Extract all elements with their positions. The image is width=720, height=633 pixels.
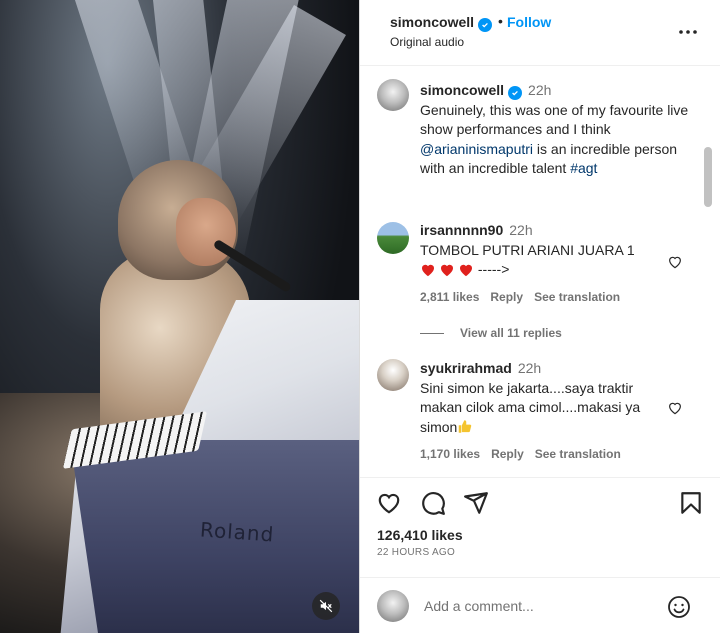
piano-brand-text: Roland — [199, 517, 276, 547]
bookmark-icon[interactable] — [678, 490, 704, 516]
post-timestamp[interactable]: 22 HOURS AGO — [377, 547, 455, 558]
comment-body: syukrirahmad 22h Sini simon ke jakarta...… — [420, 359, 665, 437]
reply-button[interactable]: Reply — [490, 290, 523, 304]
add-comment-bar — [360, 577, 720, 633]
like-comment-heart-icon[interactable] — [667, 400, 683, 416]
comments-section[interactable]: simoncowell 22h Genuinely, this was one o… — [360, 67, 720, 477]
comment-username[interactable]: syukrirahmad — [420, 360, 512, 376]
heart-emojis — [420, 262, 474, 277]
comment-text-arrow: -----> — [474, 261, 510, 277]
divider — [420, 332, 444, 334]
avatar[interactable] — [377, 79, 409, 111]
emoji-icon[interactable] — [667, 595, 691, 619]
comment-input[interactable] — [424, 595, 644, 617]
verified-badge-icon — [508, 86, 523, 100]
comment-text: Sini simon ke jakarta....saya traktir ma… — [420, 379, 641, 435]
post-panel: simoncowell • Follow Original audio simo… — [359, 0, 720, 633]
scrollbar[interactable] — [704, 147, 712, 207]
mute-icon — [319, 599, 333, 613]
avatar[interactable] — [377, 359, 409, 391]
see-translation-button[interactable]: See translation — [535, 447, 621, 461]
audio-label[interactable]: Original audio — [390, 35, 464, 49]
comment-icon[interactable] — [420, 490, 446, 516]
share-icon[interactable] — [463, 490, 489, 516]
header-username[interactable]: simoncowell — [390, 14, 493, 32]
caption-username[interactable]: simoncowell — [420, 82, 504, 98]
red-heart-emoji — [441, 264, 453, 277]
caption-time[interactable]: 22h — [528, 82, 551, 98]
red-heart-emoji — [460, 264, 472, 277]
avatar[interactable] — [377, 222, 409, 254]
post-media-video[interactable]: Roland — [0, 0, 359, 633]
comment-likes[interactable]: 2,811 likes — [420, 290, 479, 304]
comment-username[interactable]: irsannnnn90 — [420, 222, 503, 238]
comment-body: irsannnnn90 22h TOMBOL PUTRI ARIANI JUARA… — [420, 221, 660, 280]
post-caption: simoncowell 22h Genuinely, this was one o… — [420, 81, 690, 179]
follow-button[interactable]: Follow — [507, 14, 551, 30]
caption-text: Genuinely, this was one of my favourite … — [420, 101, 689, 138]
author-name[interactable]: simoncowell — [390, 14, 474, 30]
likes-count[interactable]: 126,410 likes — [377, 527, 463, 543]
more-options-icon — [679, 30, 697, 34]
reply-button[interactable]: Reply — [491, 447, 524, 461]
heart-icon[interactable] — [376, 490, 402, 516]
comment-time[interactable]: 22h — [518, 360, 541, 376]
view-replies-label[interactable]: View all 11 replies — [460, 326, 562, 340]
avatar[interactable] — [377, 590, 409, 622]
comment-likes[interactable]: 1,170 likes — [420, 447, 480, 461]
verified-badge-icon — [478, 18, 493, 32]
mute-button[interactable] — [312, 592, 340, 620]
post-header: simoncowell • Follow Original audio — [360, 0, 720, 66]
post-actions: 126,410 likes 22 HOURS AGO — [360, 477, 720, 577]
like-comment-heart-icon[interactable] — [667, 254, 683, 270]
caption-mention[interactable]: @arianinismaputri — [420, 141, 533, 157]
red-heart-emoji — [422, 264, 434, 277]
caption-hashtag[interactable]: #agt — [570, 160, 597, 176]
thumbs-up-emoji — [459, 419, 472, 433]
comment-text: TOMBOL PUTRI ARIANI JUARA 1 — [420, 241, 635, 258]
see-translation-button[interactable]: See translation — [534, 290, 620, 304]
separator-dot: • — [498, 13, 503, 29]
view-replies-button[interactable]: View all 11 replies — [420, 326, 562, 340]
comment-time[interactable]: 22h — [509, 222, 532, 238]
comment-meta: 2,811 likes Reply See translation — [420, 290, 631, 304]
more-options-button[interactable] — [678, 22, 698, 42]
comment-meta: 1,170 likes Reply See translation — [420, 447, 632, 461]
